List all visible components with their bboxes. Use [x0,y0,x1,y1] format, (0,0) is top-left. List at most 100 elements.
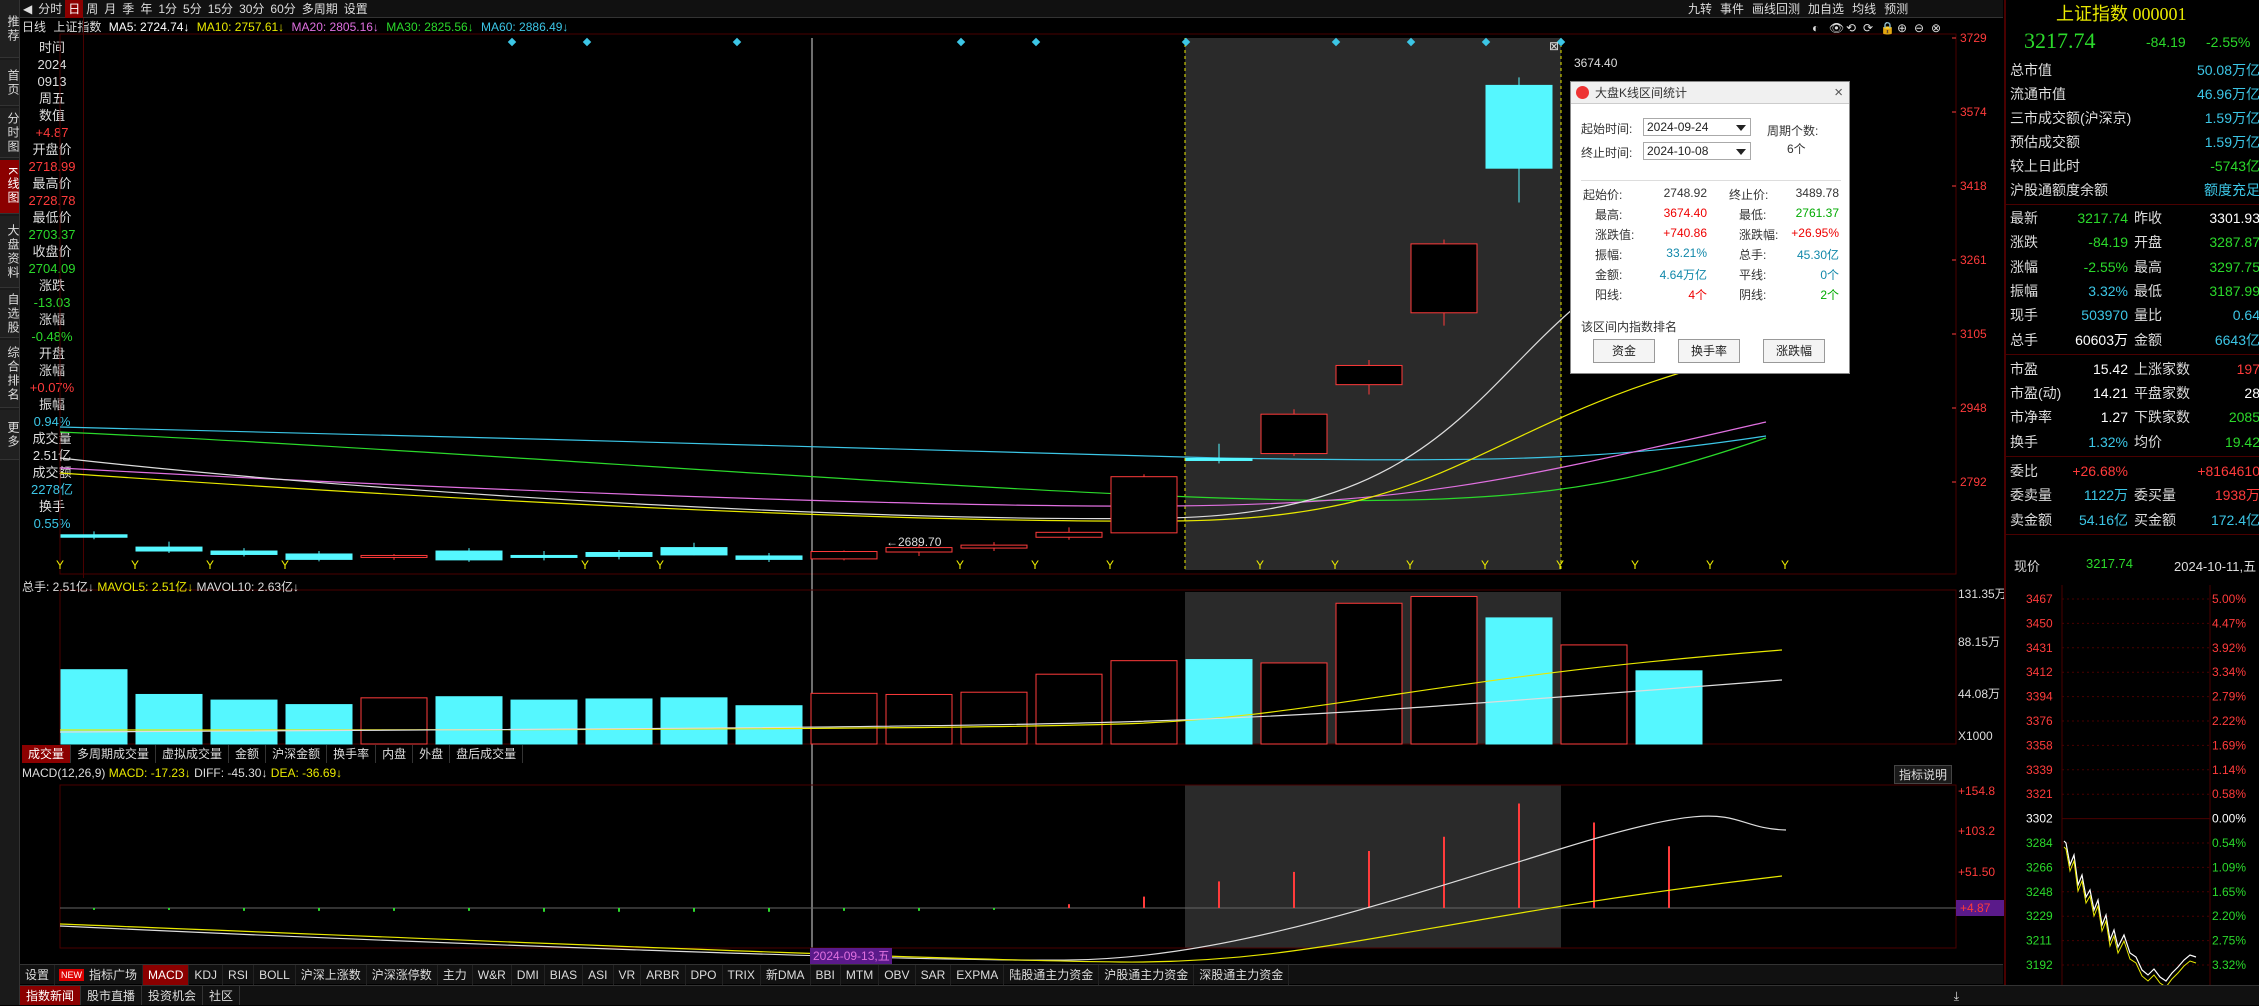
indicator-tab-20[interactable]: OBV [879,964,916,985]
indicator-tab-22[interactable]: EXPMA [951,964,1005,985]
period-tab-6[interactable]: 年 [137,0,155,18]
period-tab-7[interactable]: 1分 [155,0,180,18]
candle[interactable] [360,553,428,560]
indicator-tab-11[interactable]: BIAS [545,964,584,985]
indicator-tab-16[interactable]: TRIX [723,964,761,985]
candle[interactable] [210,548,278,557]
indicator-tab-17[interactable]: 新DMA [761,964,811,985]
volume-tab-2[interactable]: 虚拟成交量 [156,745,230,763]
candle[interactable] [1110,474,1178,534]
volume-bar[interactable] [1335,602,1403,745]
left-nav-item-3[interactable]: K线图 [0,160,20,214]
left-nav-item-5[interactable]: 自选股 [0,290,20,338]
period-tab-10[interactable]: 30分 [236,0,267,18]
volume-bar[interactable] [135,693,203,745]
candle[interactable] [960,542,1028,552]
candle[interactable] [510,551,578,561]
indicator-tab-12[interactable]: ASI [583,964,614,985]
indicator-tab-14[interactable]: ARBR [641,964,686,985]
volume-bar[interactable] [435,696,503,745]
end-date-select[interactable]: 2024-10-08 [1643,142,1751,160]
indicator-tab-0[interactable]: 设置 [20,964,56,985]
indicator-tab-3[interactable]: KDJ [189,964,224,985]
indicator-tab-19[interactable]: MTM [841,964,880,985]
indicator-tab-23[interactable]: 陆股通主力资金 [1004,964,1100,985]
indicator-tab-9[interactable]: W&R [473,964,512,985]
period-tab-1[interactable]: 分时 [35,0,65,18]
indicator-tab-8[interactable]: 主力 [438,964,473,985]
indicator-tab-15[interactable]: DPO [686,964,723,985]
volume-tab-8[interactable]: 盘后成交量 [450,745,524,763]
volume-bar[interactable] [960,691,1028,745]
volume-bar[interactable] [1110,660,1178,745]
period-tab-9[interactable]: 15分 [205,0,236,18]
toolbar-right-item-3[interactable]: 加自选 [1808,0,1844,18]
period-tab-4[interactable]: 月 [101,0,119,18]
indicator-tab-10[interactable]: DMI [512,964,545,985]
volume-bar[interactable] [1635,670,1703,745]
toolbar-right-item-4[interactable]: 均线 [1852,0,1876,18]
period-tab-0[interactable]: ◀ [20,0,35,18]
event-marker[interactable] [732,37,742,47]
start-date-select[interactable]: 2024-09-24 [1643,118,1751,136]
period-tab-12[interactable]: 多周期 [299,0,341,18]
candle[interactable] [285,551,353,562]
volume-bar[interactable] [60,669,128,745]
chart-tool-icon[interactable]: ◐ [1812,21,1819,35]
indicator-tab-2[interactable]: MACD [143,964,190,985]
indicator-tab-4[interactable]: RSI [223,964,255,985]
intraday-mini-chart[interactable]: 3467 5.00% 3450 4.47% 3431 3.92% 3412 3.34% 3394… [2006,585,2259,985]
period-tab-8[interactable]: 5分 [180,0,205,18]
volume-tab-1[interactable]: 多周期成交量 [71,745,157,763]
candle[interactable] [810,550,878,561]
chart-tool-icon[interactable]: ⊗ [1931,21,1941,35]
volume-bar[interactable] [360,697,428,745]
volume-bar[interactable] [1485,617,1553,745]
volume-bar[interactable] [285,704,353,745]
bottom-tab-3[interactable]: 社区 [203,986,241,1005]
left-nav-item-7[interactable]: 更多 [0,410,20,460]
chart-tool-icon[interactable]: 👁 [1829,21,1844,35]
chart-tool-icon[interactable]: 🔒 [1880,21,1895,35]
indicator-tab-13[interactable]: VR [614,964,642,985]
event-marker[interactable] [507,37,517,47]
indicator-help-button[interactable]: 指标说明 [1894,765,1953,784]
fund-button[interactable]: 资金 [1593,339,1655,363]
period-tab-11[interactable]: 60分 [267,0,298,18]
indicator-tab-1[interactable]: 指标广场 [84,964,144,985]
period-tab-3[interactable]: 周 [83,0,101,18]
bottom-tab-1[interactable]: 股市直播 [81,986,143,1005]
volume-bar[interactable] [585,698,653,745]
close-icon[interactable]: ⊠ [1549,39,1559,53]
period-tab-2[interactable]: 日 [65,0,84,18]
volume-bar[interactable] [660,697,728,745]
volume-bar[interactable] [1410,596,1478,745]
period-tab-13[interactable]: 设置 [341,0,371,18]
chart-tool-icon[interactable]: ⊖ [1914,21,1924,35]
left-nav-item-1[interactable]: 首页 [0,60,20,106]
turnover-button[interactable]: 换手率 [1678,339,1740,363]
close-icon[interactable]: × [1834,82,1843,104]
volume-tab-7[interactable]: 外盘 [413,745,451,763]
indicator-tab-21[interactable]: SAR [916,964,952,985]
left-nav-item-2[interactable]: 分时图 [0,108,20,158]
indicator-tab-7[interactable]: 沪深涨停数 [367,964,438,985]
candle[interactable] [1035,527,1103,540]
candle[interactable] [735,552,803,562]
volume-bar[interactable] [210,699,278,745]
volume-tab-6[interactable]: 内盘 [376,745,414,763]
event-marker[interactable] [582,37,592,47]
candle[interactable] [60,531,128,540]
volume-bar[interactable] [1185,659,1253,745]
chart-tool-icon[interactable]: ⊕ [1897,21,1907,35]
volume-bar[interactable] [885,693,953,745]
volume-tab-5[interactable]: 换手率 [327,745,377,763]
volume-bar[interactable] [1260,662,1328,745]
event-marker[interactable] [956,37,966,47]
toolbar-right-item-2[interactable]: 画线回测 [1752,0,1800,18]
candle[interactable] [435,548,503,562]
candle[interactable] [135,541,203,553]
candle[interactable] [1410,239,1478,326]
volume-tab-0[interactable]: 成交量 [22,745,72,763]
volume-bar[interactable] [810,692,878,745]
